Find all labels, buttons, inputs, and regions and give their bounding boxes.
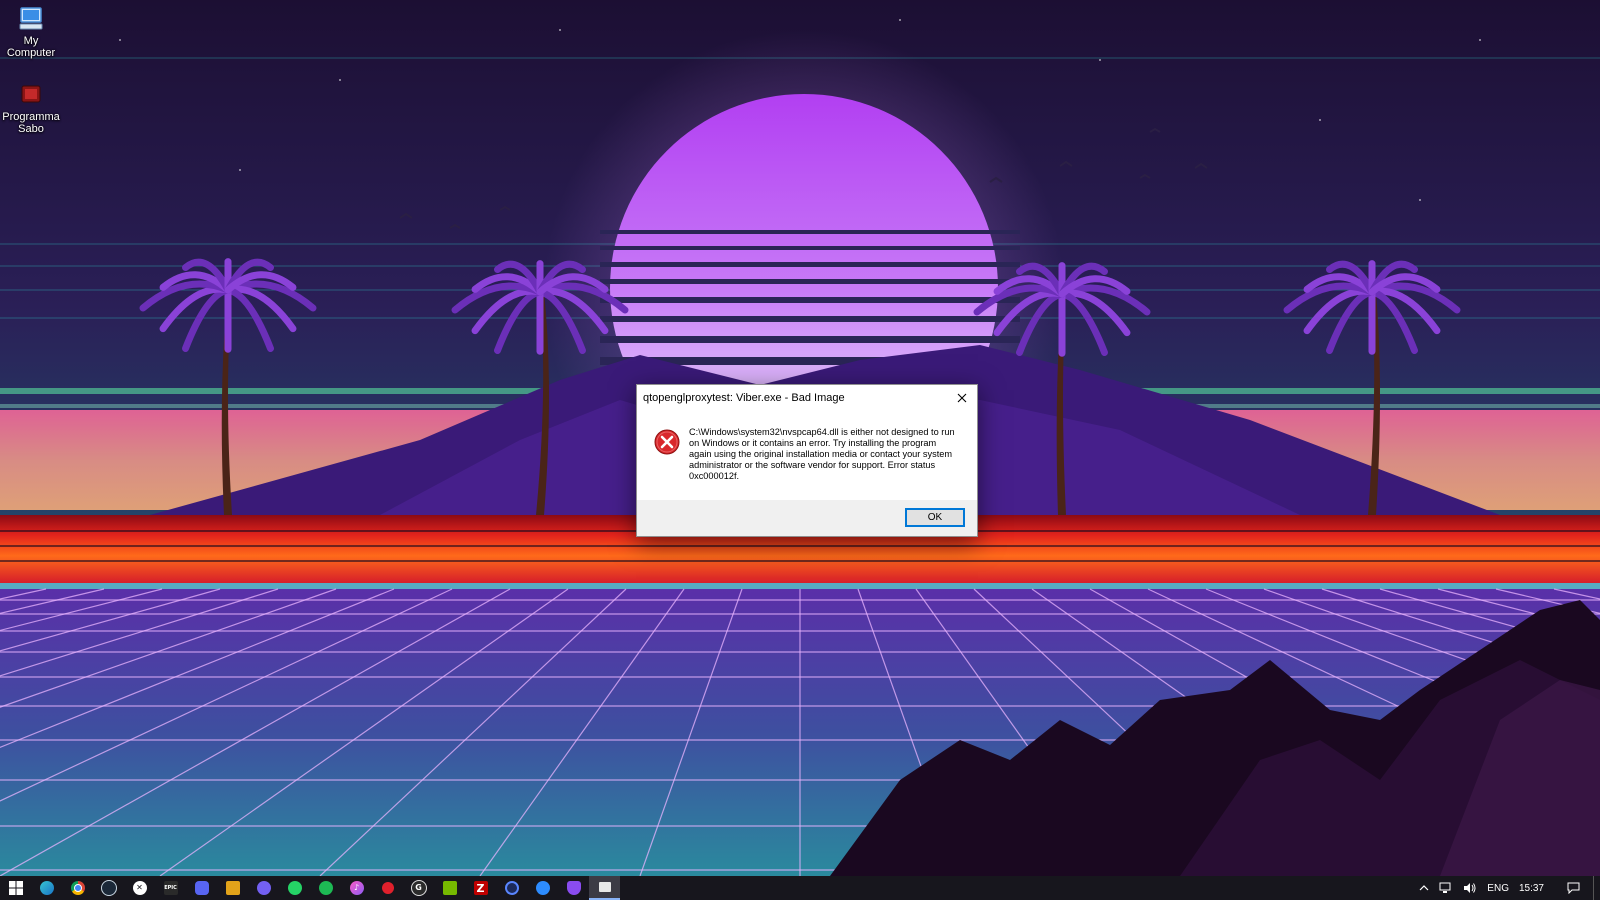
close-button[interactable] bbox=[947, 385, 977, 411]
chevron-up-icon bbox=[1419, 885, 1429, 891]
taskbar-xbox[interactable]: ✕ bbox=[124, 876, 155, 900]
taskbar-circle-app[interactable] bbox=[496, 876, 527, 900]
xbox-icon: ✕ bbox=[132, 881, 147, 895]
taskbar-itunes[interactable]: ♪ bbox=[341, 876, 372, 900]
taskbar-whatsapp[interactable] bbox=[279, 876, 310, 900]
error-icon bbox=[654, 429, 680, 455]
epic-games-icon: EPIC bbox=[163, 881, 178, 895]
taskbar-chrome[interactable] bbox=[62, 876, 93, 900]
steam-icon bbox=[100, 880, 117, 896]
show-desktop-button[interactable] bbox=[1593, 876, 1600, 900]
dialog-body: C:\Windows\system32\nvspcap64.dll is eit… bbox=[637, 413, 977, 499]
whatsapp-icon bbox=[287, 881, 302, 895]
messenger-icon bbox=[535, 881, 550, 895]
nvidia-icon bbox=[442, 881, 457, 895]
launcher-icon bbox=[225, 881, 240, 895]
discord-icon bbox=[194, 881, 209, 895]
taskbar-vpn[interactable] bbox=[558, 876, 589, 900]
taskbar-spotify[interactable] bbox=[310, 876, 341, 900]
taskbar-red-app[interactable] bbox=[372, 876, 403, 900]
circle-app-icon bbox=[504, 881, 519, 895]
desktop-icon-my-computer[interactable]: My Computer bbox=[0, 6, 66, 59]
chrome-icon bbox=[70, 881, 85, 895]
desktop: My Computer Programma Sabo qtopenglproxy… bbox=[0, 0, 1600, 876]
taskbar-nvidia[interactable] bbox=[434, 876, 465, 900]
system-tray: ENG 15:37 bbox=[1414, 876, 1600, 900]
desktop-icon-label: Programma Sabo bbox=[2, 111, 60, 135]
volume-icon bbox=[1464, 883, 1476, 893]
dialog-titlebar[interactable]: qtopenglproxytest: Viber.exe - Bad Image bbox=[637, 385, 977, 413]
taskbar-launcher[interactable] bbox=[217, 876, 248, 900]
dialog-message: C:\Windows\system32\nvspcap64.dll is eit… bbox=[689, 427, 955, 481]
taskbar-edge[interactable] bbox=[31, 876, 62, 900]
g-app-icon: G bbox=[410, 880, 427, 896]
close-icon bbox=[957, 393, 967, 403]
taskbar-viber[interactable] bbox=[248, 876, 279, 900]
filezilla-icon: Z bbox=[473, 881, 488, 895]
taskbar-steam[interactable] bbox=[93, 876, 124, 900]
taskbar-discord[interactable] bbox=[186, 876, 217, 900]
edge-icon bbox=[39, 881, 54, 895]
taskbar-g-app[interactable]: G bbox=[403, 876, 434, 900]
windows-logo-icon bbox=[8, 881, 23, 895]
desktop-icon-label: My Computer bbox=[6, 35, 56, 59]
desktop-icon-programma-sabo[interactable]: Programma Sabo bbox=[0, 82, 66, 135]
volume-button[interactable] bbox=[1458, 876, 1482, 900]
action-center-button[interactable] bbox=[1553, 876, 1593, 900]
vpn-icon bbox=[566, 881, 581, 895]
network-button[interactable] bbox=[1434, 876, 1458, 900]
taskbar-filezilla[interactable]: Z bbox=[465, 876, 496, 900]
clock[interactable]: 15:37 bbox=[1514, 876, 1549, 900]
spotify-icon bbox=[318, 881, 333, 895]
dialog-title: qtopenglproxytest: Viber.exe - Bad Image bbox=[643, 392, 845, 404]
dialog-footer: OK bbox=[637, 500, 977, 536]
app-icon bbox=[21, 85, 41, 103]
red-app-icon bbox=[381, 882, 394, 894]
notification-icon bbox=[1567, 882, 1579, 894]
error-dialog: qtopenglproxytest: Viber.exe - Bad Image… bbox=[636, 384, 978, 537]
taskbar: ✕ EPIC ♪ G Z ENG 15:37 bbox=[0, 876, 1600, 900]
taskbar-active-window[interactable] bbox=[589, 876, 620, 900]
computer-icon bbox=[19, 7, 43, 30]
window-icon bbox=[598, 882, 611, 892]
show-hidden-icons-button[interactable] bbox=[1414, 876, 1434, 900]
language-indicator[interactable]: ENG bbox=[1482, 876, 1514, 900]
taskbar-epic-games[interactable]: EPIC bbox=[155, 876, 186, 900]
network-icon bbox=[1439, 882, 1451, 893]
start-button[interactable] bbox=[0, 876, 31, 900]
taskbar-messenger[interactable] bbox=[527, 876, 558, 900]
ok-button[interactable]: OK bbox=[905, 508, 965, 527]
viber-icon bbox=[256, 881, 271, 895]
itunes-icon: ♪ bbox=[349, 881, 364, 895]
